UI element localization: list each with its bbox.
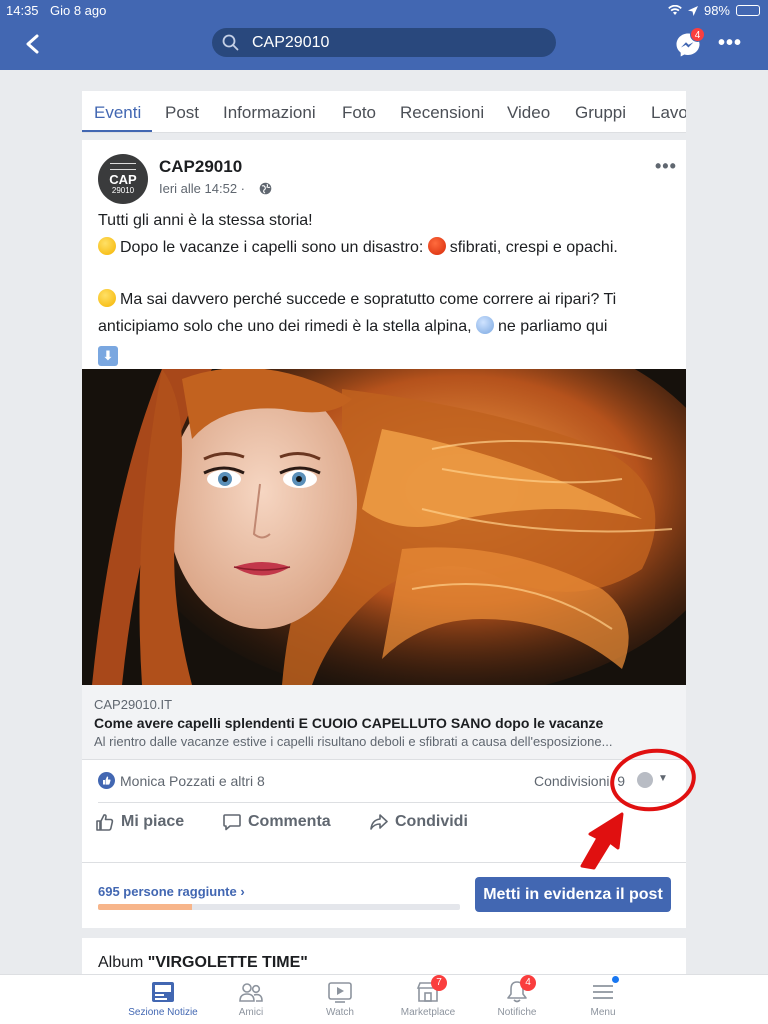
nav-watch[interactable]: Watch	[295, 979, 385, 1018]
menu-indicator-dot	[612, 976, 619, 983]
link-preview[interactable]: CAP29010.IT Come avere capelli splendent…	[82, 685, 686, 760]
back-arrow-icon[interactable]	[22, 33, 44, 55]
more-options-icon[interactable]: •••	[718, 33, 742, 53]
album-title: Album "VIRGOLETTE TIME"	[98, 954, 308, 971]
bell-icon: 4	[504, 975, 536, 1005]
reactions-text: Monica Pozzati e altri 8	[120, 772, 265, 789]
tab-foto[interactable]: Foto	[342, 103, 376, 123]
tab-post[interactable]: Post	[165, 103, 199, 123]
battery-icon	[736, 5, 760, 16]
active-tab-indicator	[82, 130, 152, 132]
angry-emoji-icon	[427, 236, 446, 255]
divider	[98, 802, 670, 803]
like-button[interactable]: Mi piace	[95, 812, 184, 832]
reach-link[interactable]: 695 persone raggiunte ›	[98, 884, 245, 899]
thinking-emoji-icon	[98, 289, 116, 307]
nav-notifications[interactable]: 4 Notifiche	[472, 975, 562, 1018]
reach-progress-fill	[98, 904, 193, 910]
link-title: Come avere capelli splendenti E CUOIO CA…	[94, 715, 604, 731]
nav-menu[interactable]: Menu	[558, 976, 648, 1018]
marketplace-icon: 7	[415, 975, 447, 1005]
status-date: Gio 8 ago	[50, 3, 107, 18]
post-page-name[interactable]: CAP29010	[159, 157, 242, 177]
reach-progress-bar	[98, 904, 460, 910]
thumbs-up-icon	[96, 814, 114, 831]
news-feed-icon	[150, 979, 176, 1005]
nav-marketplace[interactable]: 7 Marketplace	[383, 975, 473, 1018]
page-tabs: Eventi Post Informazioni Foto Recensioni…	[82, 91, 686, 133]
notifications-badge: 4	[520, 975, 536, 991]
down-arrow-emoji-icon: ⬇	[98, 346, 118, 366]
tab-eventi[interactable]: Eventi	[94, 103, 141, 123]
tab-recensioni[interactable]: Recensioni	[400, 103, 484, 123]
link-description: Al rientro dalle vacanze estive i capell…	[94, 734, 613, 749]
share-button[interactable]: Condividi	[369, 812, 468, 832]
nav-news-feed[interactable]: Sezione Notizie	[118, 979, 208, 1018]
tab-lavoro[interactable]: Lavo	[651, 103, 686, 123]
comment-icon	[223, 814, 241, 831]
search-icon	[222, 34, 239, 51]
post-options-icon[interactable]: •••	[655, 157, 677, 175]
watch-icon	[327, 979, 353, 1005]
tab-video[interactable]: Video	[507, 103, 550, 123]
tab-informazioni[interactable]: Informazioni	[223, 103, 316, 123]
link-domain: CAP29010.IT	[94, 697, 173, 712]
menu-icon	[590, 976, 619, 1005]
like-reaction-icon	[98, 772, 115, 789]
post-timestamp[interactable]: Ieri alle 14:52 ·	[159, 181, 245, 196]
post-text: Tutti gli anni è la stessa storia! Dopo …	[98, 208, 673, 367]
top-bar: 14:35 Gio 8 ago 98% 4 •••	[0, 0, 768, 70]
comment-button[interactable]: Commenta	[222, 812, 331, 832]
page-avatar[interactable]: CAP 29010	[98, 154, 148, 204]
woman-red-hair-image	[82, 369, 686, 685]
scream-emoji-icon	[476, 315, 494, 334]
globe-icon	[259, 182, 272, 195]
friends-icon	[238, 979, 264, 1005]
nav-friends[interactable]: Amici	[206, 979, 296, 1018]
tab-gruppi[interactable]: Gruppi	[575, 103, 626, 123]
share-icon	[370, 814, 388, 830]
search-bar[interactable]	[212, 28, 556, 57]
bottom-nav: Sezione Notizie Amici Watch 7 Marketplac…	[0, 974, 768, 1024]
post-image[interactable]	[82, 369, 686, 685]
grimace-emoji-icon	[98, 236, 116, 255]
location-icon	[687, 5, 698, 16]
boost-post-button[interactable]: Metti in evidenza il post	[475, 877, 671, 912]
status-bar: 14:35 Gio 8 ago 98%	[0, 3, 768, 19]
wifi-icon	[668, 5, 682, 15]
battery-percent: 98%	[703, 3, 730, 18]
marketplace-badge: 7	[431, 975, 447, 991]
red-annotation-arrow	[580, 812, 624, 870]
search-input[interactable]	[252, 31, 542, 54]
reactions-summary[interactable]: Monica Pozzati e altri 8	[98, 772, 265, 789]
status-time: 14:35	[6, 3, 39, 18]
messenger-badge: 4	[690, 27, 705, 42]
